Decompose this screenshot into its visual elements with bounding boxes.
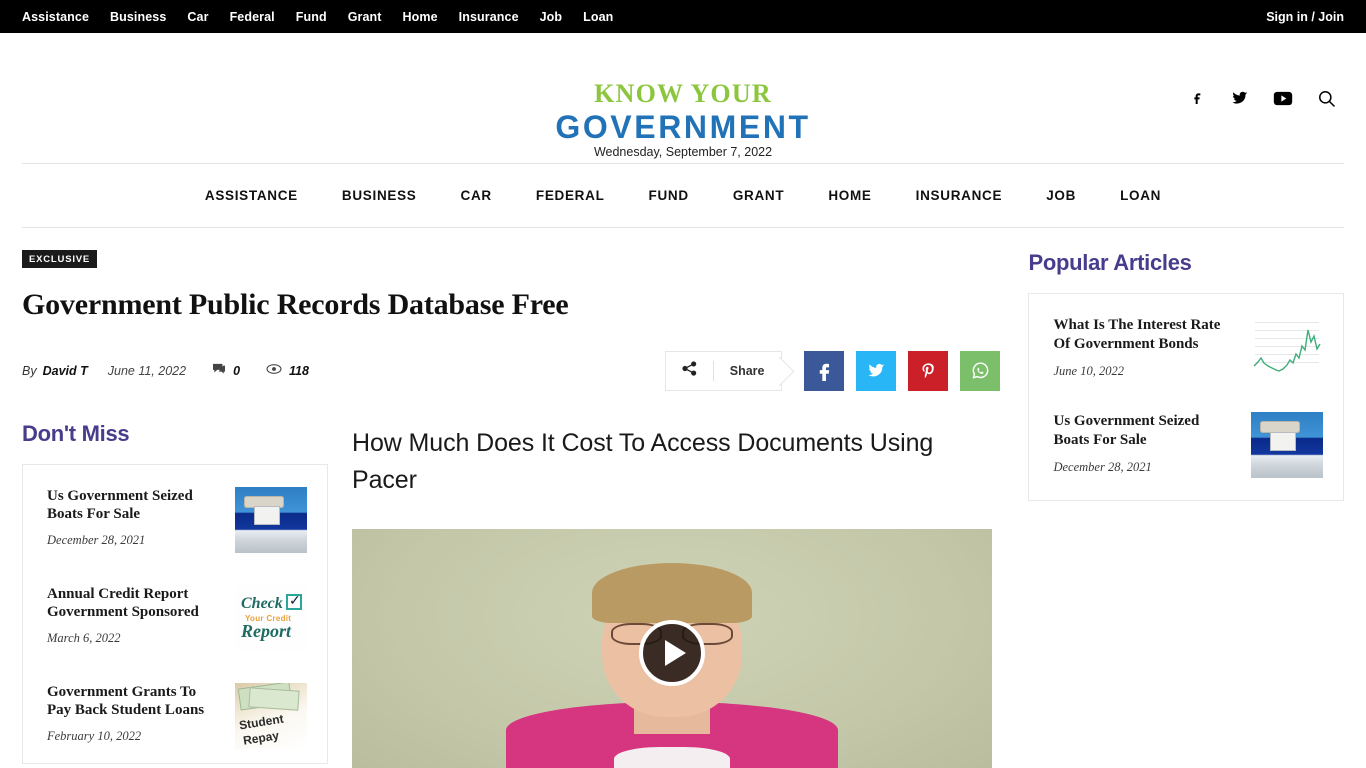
facebook-share-button[interactable] <box>804 350 845 391</box>
dont-miss-item-date: December 28, 2021 <box>47 533 146 547</box>
masthead: KNOW YOUR GOVERNMENT Wednesday, Septembe… <box>0 33 1366 163</box>
popular-articles-list: What Is The Interest Rate Of Government … <box>1028 293 1344 501</box>
topbar-link-business[interactable]: Business <box>110 10 166 24</box>
topbar-link-assistance[interactable]: Assistance <box>22 10 89 24</box>
comment-count: 0 <box>212 363 240 378</box>
main-column: EXCLUSIVE Government Public Records Data… <box>22 228 1001 768</box>
list-item[interactable]: Government Grants To Pay Back Student Lo… <box>23 665 327 763</box>
nav-item-fund[interactable]: FUND <box>627 188 711 203</box>
dont-miss-item-title[interactable]: Us Government Seized Boats For Sale <box>47 487 223 525</box>
topbar-link-car[interactable]: Car <box>187 10 208 24</box>
play-button-icon[interactable] <box>639 619 705 686</box>
list-item[interactable]: Annual Credit Report Government Sponsore… <box>23 567 327 665</box>
top-category-links: Assistance Business Car Federal Fund Gra… <box>22 10 613 24</box>
share-label-tag[interactable]: Share <box>664 350 783 391</box>
list-item[interactable]: Us Government Seized Boats For Sale Dece… <box>23 469 327 567</box>
nav-item-job[interactable]: JOB <box>1024 188 1098 203</box>
logo-line-know-your: KNOW YOUR <box>594 79 772 108</box>
twitter-icon[interactable] <box>1230 88 1250 108</box>
topbar-link-loan[interactable]: Loan <box>583 10 613 24</box>
topbar-link-home[interactable]: Home <box>403 10 438 24</box>
nav-item-grant[interactable]: GRANT <box>711 188 807 203</box>
credit-report-thumbnail-image: Check Your CreditReport <box>235 584 307 651</box>
share-bar: Share <box>664 350 1001 391</box>
share-label: Share <box>729 363 765 378</box>
sign-in-join-link[interactable]: Sign in / Join <box>1266 10 1344 24</box>
facebook-icon[interactable] <box>1187 88 1207 108</box>
boat-thumbnail-image <box>1251 412 1323 478</box>
article-meta-row: By David T June 11, 2022 0 118 Share <box>22 347 1001 395</box>
video-player-thumbnail[interactable] <box>352 528 992 768</box>
dont-miss-list: Us Government Seized Boats For Sale Dece… <box>22 463 328 764</box>
publish-date: June 11, 2022 <box>107 363 187 378</box>
author-name[interactable]: David T <box>43 364 88 378</box>
dont-miss-item-title[interactable]: Annual Credit Report Government Sponsore… <box>47 585 223 623</box>
top-utility-bar: Assistance Business Car Federal Fund Gra… <box>0 0 1366 33</box>
view-count-value: 118 <box>289 363 309 378</box>
pinterest-share-button[interactable] <box>908 350 949 391</box>
topbar-link-insurance[interactable]: Insurance <box>459 10 519 24</box>
eye-icon <box>266 363 282 378</box>
dont-miss-heading: Don't Miss <box>22 420 130 446</box>
topbar-link-federal[interactable]: Federal <box>230 10 275 24</box>
comment-icon <box>212 363 226 378</box>
topbar-link-fund[interactable]: Fund <box>296 10 327 24</box>
lower-content-area: Don't Miss Us Government Seized Boats Fo… <box>22 421 1000 768</box>
nav-item-car[interactable]: CAR <box>439 188 514 203</box>
bond-chart-thumbnail-image <box>1251 316 1323 382</box>
topbar-link-job[interactable]: Job <box>540 10 563 24</box>
masthead-social-icons <box>1187 88 1336 108</box>
popular-item-title[interactable]: Us Government Seized Boats For Sale <box>1053 412 1237 450</box>
article-byline: By David T June 11, 2022 0 118 <box>22 363 309 378</box>
nav-item-loan[interactable]: LOAN <box>1098 188 1183 203</box>
video-post-title[interactable]: How Much Does It Cost To Access Document… <box>352 425 1000 500</box>
dont-miss-section: Don't Miss Us Government Seized Boats Fo… <box>22 421 328 768</box>
nav-item-home[interactable]: HOME <box>806 188 893 203</box>
nav-item-federal[interactable]: FEDERAL <box>514 188 627 203</box>
nav-item-insurance[interactable]: INSURANCE <box>894 188 1025 203</box>
share-divider <box>712 360 714 381</box>
site-logo[interactable]: KNOW YOUR GOVERNMENT Wednesday, Septembe… <box>0 79 1366 160</box>
exclusive-badge: EXCLUSIVE <box>22 250 98 268</box>
dont-miss-item-title[interactable]: Government Grants To Pay Back Student Lo… <box>47 683 223 721</box>
dont-miss-item-date: March 6, 2022 <box>47 631 121 645</box>
boat-thumbnail-image <box>235 486 307 553</box>
list-item[interactable]: What Is The Interest Rate Of Government … <box>1029 300 1343 396</box>
student-loan-thumbnail-image: Student Repay <box>235 682 307 749</box>
logo-line-government: GOVERNMENT <box>555 109 811 145</box>
twitter-share-button[interactable] <box>856 350 897 391</box>
popular-articles-heading: Popular Articles <box>1028 250 1192 275</box>
view-count: 118 <box>266 363 309 378</box>
popular-item-date: June 10, 2022 <box>1053 363 1124 378</box>
nav-item-assistance[interactable]: ASSISTANCE <box>183 188 320 203</box>
video-post: How Much Does It Cost To Access Document… <box>352 421 1000 768</box>
current-date: Wednesday, September 7, 2022 <box>593 145 773 159</box>
topbar-account-area: Sign in / Join <box>1266 8 1344 26</box>
comment-count-value: 0 <box>233 363 241 378</box>
share-icon <box>682 360 697 381</box>
sidebar: Popular Articles What Is The Interest Ra… <box>1028 228 1344 768</box>
popular-item-title[interactable]: What Is The Interest Rate Of Government … <box>1053 316 1237 354</box>
page-body: EXCLUSIVE Government Public Records Data… <box>0 228 1366 768</box>
search-icon[interactable] <box>1316 88 1336 108</box>
dont-miss-item-date: February 10, 2022 <box>47 729 142 743</box>
popular-item-date: December 28, 2021 <box>1053 459 1152 474</box>
youtube-icon[interactable] <box>1273 88 1293 108</box>
main-navigation: ASSISTANCE BUSINESS CAR FEDERAL FUND GRA… <box>22 163 1344 228</box>
nav-item-business[interactable]: BUSINESS <box>320 188 439 203</box>
list-item[interactable]: Us Government Seized Boats For Sale Dece… <box>1029 396 1343 492</box>
page-title: Government Public Records Database Free <box>22 288 569 321</box>
topbar-link-grant[interactable]: Grant <box>348 10 382 24</box>
whatsapp-share-button[interactable] <box>960 350 1001 391</box>
by-label: By <box>22 363 37 378</box>
